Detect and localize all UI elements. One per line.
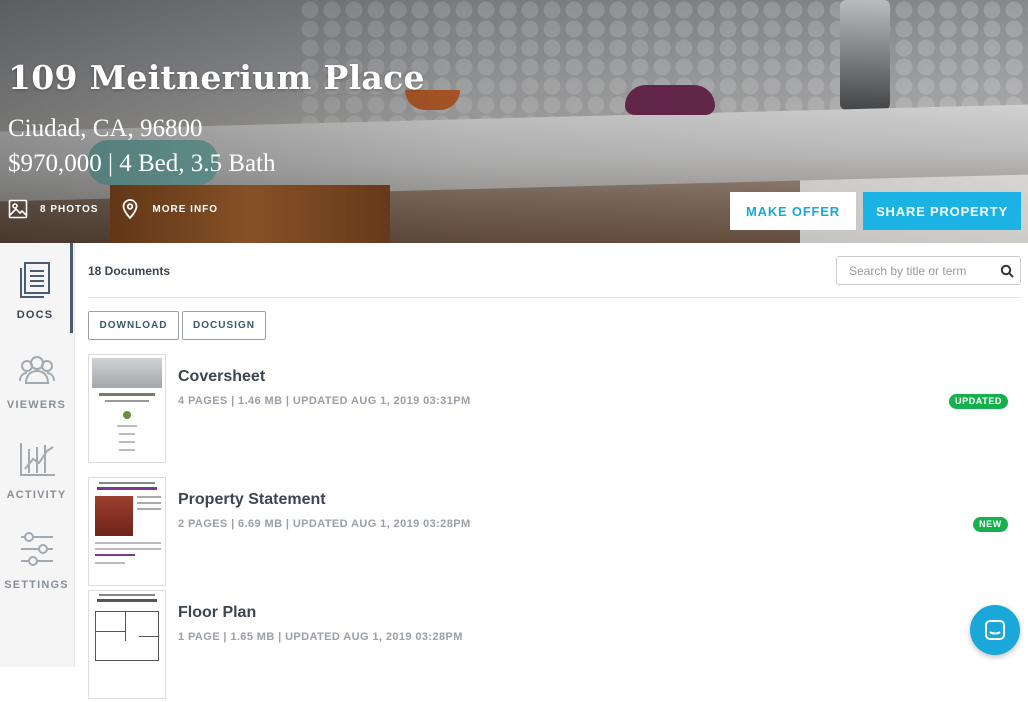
sidebar-item-label: ACTIVITY: [6, 489, 67, 501]
document-title: Coversheet: [178, 368, 266, 385]
thumb-line: [105, 400, 149, 402]
image-icon: [8, 199, 28, 219]
document-title: Property Statement: [178, 491, 326, 508]
sidebar-item-label: SETTINGS: [4, 579, 69, 591]
sidebar-item-activity[interactable]: ACTIVITY: [0, 423, 73, 513]
thumb-line: [137, 502, 161, 504]
thumb-line: [95, 548, 161, 550]
viewers-icon: [18, 356, 55, 384]
hero-meta-links: 8 PHOTOS MORE INFO: [8, 199, 240, 219]
thumb-line: [97, 599, 157, 602]
thumb-line: [99, 594, 155, 596]
document-thumbnail: [88, 354, 166, 463]
thumb-line: [95, 562, 125, 564]
header-divider: [88, 297, 1021, 298]
property-address: Ciudad, CA, 96800: [8, 115, 203, 142]
thumb-line: [119, 449, 135, 451]
docs-icon: [20, 262, 50, 298]
thumb-line: [117, 425, 137, 427]
sidebar-item-label: DOCS: [16, 309, 54, 321]
photos-label: 8 PHOTOS: [40, 203, 99, 215]
document-title: Floor Plan: [178, 604, 257, 621]
search-box: [836, 256, 1021, 285]
photos-link[interactable]: 8 PHOTOS: [8, 199, 98, 219]
sidebar-item-label: VIEWERS: [6, 399, 67, 411]
more-info-link[interactable]: MORE INFO: [120, 199, 218, 219]
document-thumbnail: [88, 590, 166, 699]
document-meta: 1 PAGE | 1.65 MB | UPDATED AUG 1, 2019 0…: [178, 631, 463, 643]
thumb-photo: [92, 358, 162, 388]
thumb-line: [95, 631, 125, 632]
document-meta: 2 PAGES | 6.69 MB | UPDATED AUG 1, 2019 …: [178, 518, 471, 530]
more-info-label: MORE INFO: [152, 203, 219, 215]
thumb-line: [99, 482, 155, 484]
thumb-line: [97, 487, 157, 490]
documents-panel: 18 Documents DOWNLOAD DOCUSIGN Covershee…: [88, 243, 1021, 699]
document-row[interactable]: Floor Plan 1 PAGE | 1.65 MB | UPDATED AU…: [88, 590, 1021, 702]
updated-badge: UPDATED: [949, 394, 1009, 409]
map-pin-icon: [122, 199, 138, 219]
thumb-line: [95, 554, 135, 556]
share-property-button[interactable]: SHARE PROPERTY: [863, 192, 1021, 230]
search-input[interactable]: [837, 257, 997, 284]
document-meta: 4 PAGES | 1.46 MB | UPDATED AUG 1, 2019 …: [178, 395, 471, 407]
thumb-line: [119, 441, 135, 443]
chat-icon: [985, 620, 1005, 640]
search-icon[interactable]: [1000, 264, 1014, 278]
chat-launcher-button[interactable]: [970, 605, 1020, 655]
sidebar-item-docs[interactable]: DOCS: [0, 243, 73, 333]
thumb-line: [137, 508, 161, 510]
thumb-line: [95, 542, 161, 544]
document-row[interactable]: Property Statement 2 PAGES | 6.69 MB | U…: [88, 477, 1021, 589]
sidebar: DOCS VIEWERS ACTIVITY SETTINGS: [0, 243, 75, 667]
activity-icon: [19, 443, 55, 476]
thumb-logo: [123, 411, 131, 419]
property-hero: 109 Meitnerium Place Ciudad, CA, 96800 $…: [0, 0, 1028, 243]
property-title: 109 Meitnerium Place: [8, 58, 425, 97]
thumb-line: [139, 636, 159, 637]
docusign-button[interactable]: DOCUSIGN: [182, 311, 266, 340]
new-badge: NEW: [973, 517, 1008, 532]
property-price-line: $970,000 | 4 Bed, 3.5 Bath: [8, 150, 276, 177]
download-button[interactable]: DOWNLOAD: [88, 311, 179, 340]
make-offer-button[interactable]: MAKE OFFER: [730, 192, 856, 230]
sidebar-item-settings[interactable]: SETTINGS: [0, 513, 73, 603]
document-thumbnail: [88, 477, 166, 586]
thumb-line: [125, 611, 126, 641]
document-row[interactable]: Coversheet 4 PAGES | 1.46 MB | UPDATED A…: [88, 354, 1021, 466]
document-count: 18 Documents: [88, 264, 171, 278]
thumb-line: [137, 496, 161, 498]
thumb-photo: [95, 496, 133, 536]
thumb-line: [119, 433, 135, 435]
thumb-line: [99, 393, 155, 396]
sidebar-item-viewers[interactable]: VIEWERS: [0, 333, 73, 423]
settings-sliders-icon: [20, 532, 53, 566]
